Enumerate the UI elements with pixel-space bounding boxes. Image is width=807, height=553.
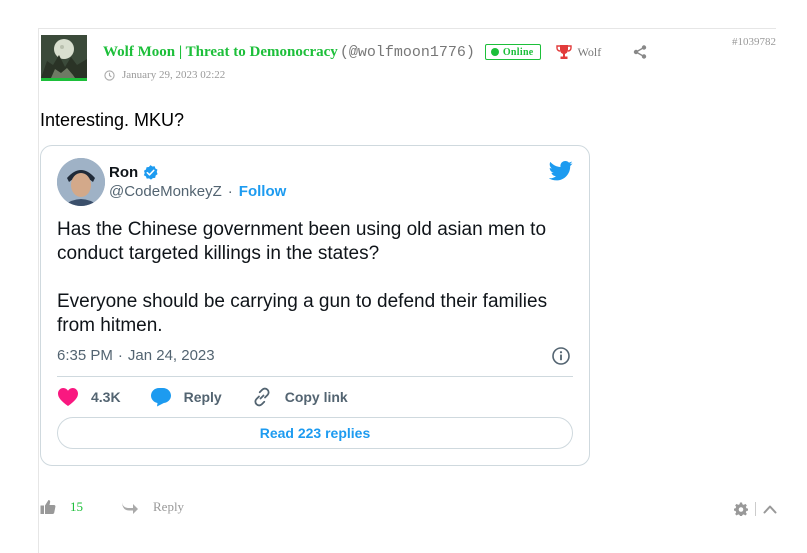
tweet-time: 6:35 PM	[57, 347, 113, 364]
tweet-author-avatar[interactable]	[57, 158, 105, 206]
comment-reply-link[interactable]: Reply	[153, 499, 184, 515]
comment-permalink[interactable]: #1039782	[732, 36, 776, 48]
link-icon	[254, 387, 270, 407]
thread-rule-left	[38, 28, 39, 553]
reply-bubble-icon	[150, 388, 171, 407]
user-rank: Wolf	[555, 44, 602, 60]
tweet-author-name[interactable]: Ron	[109, 164, 138, 181]
author-name[interactable]: Wolf Moon | Threat to Demonocracy	[103, 44, 338, 61]
tweet-paragraph: Has the Chinese government been using ol…	[57, 219, 547, 264]
comment-text: Interesting. MKU?	[40, 110, 185, 130]
tweet-divider	[57, 376, 573, 377]
tweet-handle-line: @CodeMonkeyZ · Follow	[109, 183, 286, 200]
comment-footer: 15 Reply	[40, 499, 184, 515]
like-action[interactable]: 4.3K	[57, 387, 121, 407]
copy-link-label: Copy link	[284, 389, 348, 405]
reply-arrow-icon[interactable]	[121, 500, 139, 514]
read-replies-button[interactable]: Read 223 replies	[57, 417, 573, 449]
tweet-author-name-line: Ron	[109, 164, 159, 181]
trophy-icon	[555, 45, 572, 59]
author-handle: (@wolfmoon1776)	[339, 43, 475, 61]
tweet-author-handle[interactable]: @CodeMonkeyZ	[109, 183, 222, 200]
tweet-reply-label: Reply	[183, 389, 222, 405]
comment-divider	[38, 28, 776, 29]
info-icon[interactable]	[551, 346, 571, 366]
online-dot-icon	[490, 48, 499, 56]
tweet-actions: 4.3K Reply Copy link	[57, 386, 348, 408]
thumbs-up-icon[interactable]	[40, 499, 56, 515]
clock-icon	[104, 69, 115, 81]
author-avatar[interactable]	[41, 35, 87, 81]
follow-link[interactable]: Follow	[239, 183, 287, 200]
tweet-separator: ·	[227, 183, 233, 200]
chevron-up-icon[interactable]	[763, 504, 777, 514]
online-status-badge: Online	[484, 44, 541, 60]
heart-icon	[58, 388, 78, 406]
comment-date-line: January 29, 2023 02:22	[104, 69, 225, 81]
tweet-body: Has the Chinese government been using ol…	[57, 218, 577, 362]
tweet-date: Jan 24, 2023	[127, 347, 215, 364]
share-icon[interactable]	[633, 45, 647, 59]
verified-icon	[144, 165, 158, 180]
author-line: Wolf Moon | Threat to Demonocracy (@wolf…	[103, 43, 647, 61]
tweet-paragraph: Everyone should be carrying a gun to def…	[57, 291, 548, 336]
user-rank-label: Wolf	[577, 44, 602, 59]
like-count: 4.3K	[91, 389, 121, 405]
embedded-tweet: Ron @CodeMonkeyZ · Follow Has the Chines…	[40, 145, 590, 466]
online-status-label: Online	[502, 46, 534, 58]
reply-action[interactable]: Reply	[150, 387, 222, 407]
gear-icon[interactable]	[734, 502, 748, 516]
comment-date: January 29, 2023 02:22	[122, 69, 226, 81]
vote-count: 15	[70, 499, 83, 514]
copy-link-action[interactable]: Copy link	[251, 386, 348, 408]
comment-tools	[734, 502, 777, 516]
tweet-time-separator: ·	[117, 347, 123, 364]
tweet-timestamp[interactable]: 6:35 PM · Jan 24, 2023	[57, 347, 215, 364]
tools-divider	[755, 502, 756, 516]
twitter-icon[interactable]	[549, 160, 573, 182]
